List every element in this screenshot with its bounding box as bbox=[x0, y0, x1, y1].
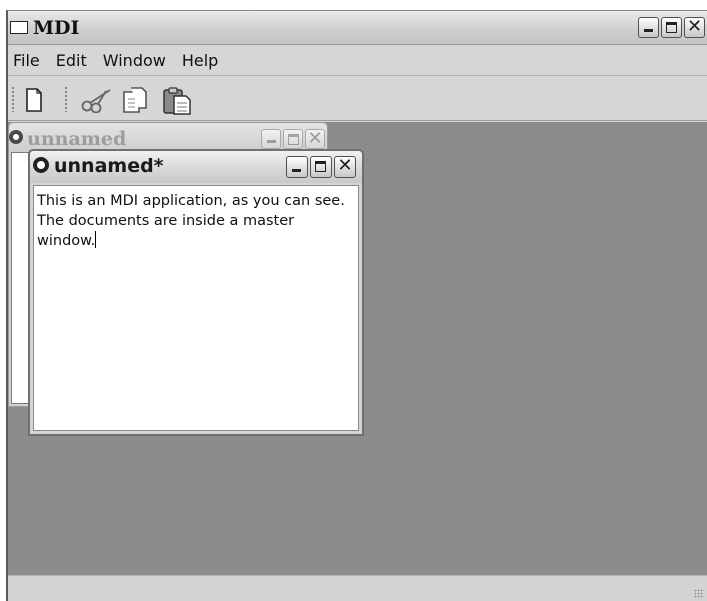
new-document-icon[interactable] bbox=[24, 87, 44, 113]
minimize-icon bbox=[644, 29, 653, 32]
menu-edit[interactable]: Edit bbox=[56, 51, 87, 70]
maximize-icon bbox=[666, 22, 677, 33]
cut-icon[interactable] bbox=[80, 87, 114, 113]
minimize-button[interactable] bbox=[261, 129, 281, 149]
toolbar-grip[interactable] bbox=[11, 86, 15, 112]
maximize-icon bbox=[315, 161, 326, 172]
maximize-button[interactable] bbox=[310, 156, 332, 178]
toolbar bbox=[8, 77, 707, 121]
text-line: The documents are inside a master bbox=[37, 213, 295, 229]
subwindow-controls: ✕ bbox=[286, 155, 356, 178]
text-line-content: window. bbox=[37, 233, 96, 249]
status-bar bbox=[8, 575, 707, 601]
resize-grip[interactable] bbox=[694, 589, 704, 599]
close-button[interactable]: ✕ bbox=[305, 128, 325, 149]
menu-help[interactable]: Help bbox=[182, 51, 218, 70]
close-button[interactable]: ✕ bbox=[334, 155, 356, 178]
subwindow-controls: ✕ bbox=[261, 128, 325, 149]
maximize-icon bbox=[288, 134, 299, 145]
subwindow-title-bar[interactable]: unnamed* ✕ bbox=[30, 151, 362, 183]
subwindow-title: unnamed bbox=[27, 128, 127, 150]
menu-window[interactable]: Window bbox=[103, 51, 166, 70]
maximize-button[interactable] bbox=[283, 129, 303, 149]
maximize-button[interactable] bbox=[661, 17, 682, 38]
toolbar-grip[interactable] bbox=[64, 86, 68, 112]
minimize-icon bbox=[267, 140, 276, 143]
window-title: MDI bbox=[33, 17, 80, 39]
close-icon: ✕ bbox=[686, 16, 703, 37]
window-controls: ✕ bbox=[638, 16, 705, 38]
close-button[interactable]: ✕ bbox=[684, 16, 705, 38]
menu-bar: File Edit Window Help bbox=[8, 46, 707, 76]
menu-file[interactable]: File bbox=[13, 51, 40, 70]
title-bar[interactable]: MDI ✕ bbox=[8, 11, 707, 45]
document-icon bbox=[33, 157, 49, 173]
minimize-button[interactable] bbox=[638, 17, 659, 38]
minimize-button[interactable] bbox=[286, 156, 308, 178]
text-caret bbox=[95, 231, 97, 248]
copy-icon[interactable] bbox=[120, 87, 152, 113]
subwindow-title: unnamed* bbox=[54, 155, 164, 177]
document-icon bbox=[9, 130, 23, 144]
close-icon: ✕ bbox=[307, 128, 323, 149]
document-window-active[interactable]: unnamed* ✕ This is an MDI application, a… bbox=[28, 149, 364, 436]
text-editor[interactable]: This is an MDI application, as you can s… bbox=[33, 185, 359, 431]
text-line: This is an MDI application, as you can s… bbox=[37, 193, 345, 209]
minimize-icon bbox=[292, 169, 301, 172]
paste-icon[interactable] bbox=[162, 87, 196, 115]
close-icon: ✕ bbox=[337, 155, 353, 176]
window-icon[interactable] bbox=[10, 21, 28, 34]
subwindow-title-bar[interactable]: unnamed ✕ bbox=[9, 123, 327, 151]
text-line: window. bbox=[37, 231, 355, 251]
